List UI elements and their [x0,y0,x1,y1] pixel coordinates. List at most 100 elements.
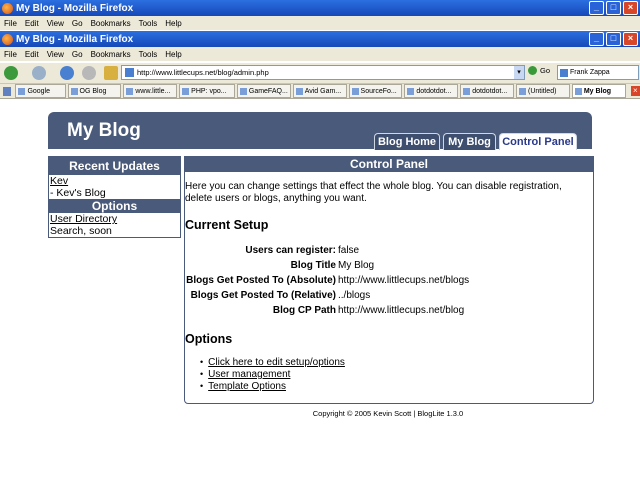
template-options-link[interactable]: Template Options [208,381,286,392]
menu-file[interactable]: File [4,50,17,59]
navigation-toolbar: http://www.littlecups.net/blog/admin.php… [0,63,640,84]
setup-value: ../blogs [338,290,371,301]
tab-php[interactable]: PHP: vpo... [179,84,235,98]
menu-bookmarks[interactable]: Bookmarks [91,19,131,28]
options-section-heading: Options [185,332,233,346]
inner-window-title: My Blog - Mozilla Firefox [16,33,134,45]
menu-tools[interactable]: Tools [139,19,158,28]
setup-key: Blog Title [290,260,336,271]
list-item: User management [208,368,345,380]
table-row: Blog CP Path http://www.littlecups.net/bl… [185,303,470,318]
menu-help[interactable]: Help [165,19,181,28]
home-icon[interactable] [104,66,118,80]
menu-go[interactable]: Go [72,19,83,28]
options-list: Click here to edit setup/options User ma… [208,356,345,392]
recent-item-kevs-blog: - Kev's Blog [49,187,180,199]
reload-icon[interactable] [60,66,74,80]
minimize-button[interactable]: _ [589,32,604,46]
page-icon [125,68,134,77]
tab-sourceforge[interactable]: SourceFo... [348,84,403,98]
tab-avid-gamer[interactable]: Avid Gam... [292,84,347,98]
search-value: Frank Zappa [570,69,610,76]
setup-key: Users can register: [245,245,336,256]
list-item: Click here to edit setup/options [208,356,345,368]
panel-title: Control Panel [185,157,593,172]
setup-value: false [338,245,360,256]
menu-tools[interactable]: Tools [139,50,158,59]
tab-my-blog[interactable]: My Blog [571,84,626,98]
tab-littlecups[interactable]: www.little... [123,84,178,98]
menu-file[interactable]: File [4,19,17,28]
menu-view[interactable]: View [47,50,64,59]
menu-view[interactable]: View [47,19,64,28]
tab-my-blog-nav[interactable]: My Blog [443,133,496,150]
back-icon[interactable] [4,66,18,80]
inner-menu-bar: File Edit View Go Bookmarks Tools Help [0,47,640,61]
tab-og-blog[interactable]: OG Blog [67,84,122,98]
inner-title-bar: My Blog - Mozilla Firefox _ □ × [0,31,640,47]
setup-key: Blog CP Path [272,305,336,316]
close-tab-icon[interactable]: × [630,86,640,96]
tab-google[interactable]: Google [15,84,66,98]
footer-copyright: Copyright © 2005 Kevin Scott | BlogLite … [312,409,464,418]
menu-help[interactable]: Help [165,50,181,59]
sidebar-item-user-directory[interactable]: User Directory [49,213,180,225]
stop-icon[interactable] [82,66,96,80]
go-icon [528,66,537,75]
current-setup-heading: Current Setup [185,218,269,232]
tab-dotdotdot-2[interactable]: dotdotdot... [460,84,515,98]
setup-key: Blogs Get Posted To (Relative) [190,290,336,301]
tab-list-icon[interactable] [3,86,12,96]
maximize-button[interactable]: □ [606,32,621,46]
sidebar-item-search: Search, soon [49,225,180,237]
control-panel: Control Panel Here you can change settin… [184,156,594,404]
setup-value: http://www.littlecups.net/blogs [338,275,470,286]
options-heading: Options [91,199,138,213]
outer-menu-bar: File Edit View Go Bookmarks Tools Help [0,16,640,30]
blog-header: My Blog Blog Home My Blog Control Panel [48,112,592,150]
setup-key: Blogs Get Posted To (Absolute) [186,275,336,286]
menu-go[interactable]: Go [72,50,83,59]
search-input[interactable]: Frank Zappa [557,65,639,80]
tab-blog-home[interactable]: Blog Home [374,133,440,150]
tab-untitled[interactable]: (Untitled) [516,84,570,98]
sidebar: Recent Updates Kev - Kev's Blog Options … [48,156,181,238]
tab-control-panel[interactable]: Control Panel [499,133,577,150]
go-button[interactable]: Go [528,66,550,75]
edit-setup-link[interactable]: Click here to edit setup/options [208,357,345,368]
panel-intro: Here you can change settings that effect… [185,181,562,204]
setup-value: http://www.littlecups.net/blog [338,305,465,316]
minimize-button[interactable]: _ [589,1,604,15]
go-label: Go [540,66,551,75]
close-button[interactable]: × [623,32,638,46]
tab-bar: Google OG Blog www.little... PHP: vpo...… [0,84,640,99]
menu-bookmarks[interactable]: Bookmarks [91,50,131,59]
maximize-button[interactable]: □ [606,1,621,15]
blog-title: My Blog [67,120,141,141]
chevron-down-icon[interactable]: ▾ [514,66,524,79]
user-management-link[interactable]: User management [208,369,290,380]
recent-updates-heading: Recent Updates [69,159,160,173]
table-row: Blogs Get Posted To (Absolute) http://www… [185,273,470,288]
recent-item-kev[interactable]: Kev [49,175,180,187]
outer-title-bar: My Blog - Mozilla Firefox _ □ × [0,0,640,16]
close-button[interactable]: × [623,1,638,15]
search-engine-icon [560,68,568,77]
address-bar[interactable]: http://www.littlecups.net/blog/admin.php… [121,65,525,80]
list-item: Template Options [208,380,345,392]
address-url: http://www.littlecups.net/blog/admin.php [137,68,269,77]
forward-icon[interactable] [32,66,46,80]
outer-window-title: My Blog - Mozilla Firefox [16,2,134,14]
recent-link-kevs-blog[interactable]: - Kev's Blog [50,187,106,199]
menu-edit[interactable]: Edit [25,19,39,28]
tab-gamefaqs[interactable]: GameFAQ... [236,84,291,98]
table-row: Blog Title My Blog [185,258,470,273]
setup-value: My Blog [338,260,375,271]
menu-edit[interactable]: Edit [25,50,39,59]
firefox-icon [2,33,13,45]
tab-dotdotdot-1[interactable]: dotdotdot... [404,84,459,98]
firefox-icon [2,2,13,14]
table-row: Blogs Get Posted To (Relative) ../blogs [185,288,470,303]
table-row: Users can register: false [185,243,470,258]
setup-table: Users can register: false Blog Title My Bl… [185,243,470,318]
